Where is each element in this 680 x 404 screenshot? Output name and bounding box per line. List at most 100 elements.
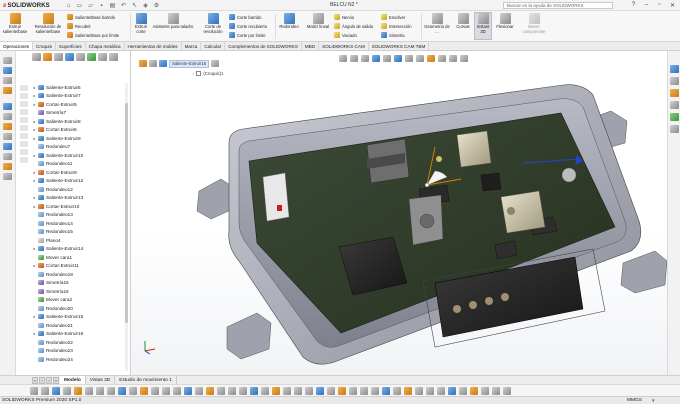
design-library-icon[interactable] (670, 77, 679, 85)
sketch-breadcrumb-icon[interactable] (211, 60, 220, 67)
zoom-area-icon[interactable] (350, 54, 358, 62)
tree-gutter-icon[interactable] (20, 141, 28, 147)
tolerance-icon[interactable] (404, 387, 412, 395)
curvature-icon[interactable] (294, 387, 302, 395)
solidworks-resources-icon[interactable] (670, 65, 679, 73)
sketch-relations-icon[interactable] (470, 387, 478, 395)
expand-arrow-icon[interactable]: ▸ (32, 204, 37, 209)
display-manager-icon[interactable] (87, 52, 96, 61)
open-folder-icon[interactable]: ▱ (86, 2, 95, 10)
dynamic-annotation-icon[interactable] (383, 54, 391, 62)
tree-item[interactable]: Redondeo22 (32, 338, 130, 347)
tree-gutter-icon[interactable] (20, 101, 28, 107)
options-gear-icon[interactable]: ⚙ (152, 2, 161, 10)
planes-icon[interactable] (492, 387, 500, 395)
wireframe-icon[interactable] (206, 387, 214, 395)
tree-item[interactable]: Redondeo14 (32, 219, 130, 228)
sketch-origin-point[interactable] (424, 182, 430, 188)
rib-button[interactable]: Nervio (334, 13, 354, 21)
tree-item[interactable]: ▸ Saliente-Extruir14 (32, 245, 130, 254)
expand-arrow-icon[interactable]: ▸ (32, 102, 37, 107)
tree-item[interactable]: Redondeo23 (32, 347, 130, 356)
expand-arrow-icon[interactable]: ▸ (32, 85, 37, 90)
curves-button[interactable]: Curvas (453, 13, 473, 30)
dimxpert-icon[interactable] (3, 87, 12, 94)
tree-item[interactable]: Redondeo12 (32, 185, 130, 194)
select-icon[interactable] (30, 387, 38, 395)
configuration-icon[interactable] (65, 52, 74, 61)
tree-item[interactable]: Mover cara2 (32, 296, 130, 305)
tab-superficies[interactable]: Superficies (56, 42, 86, 50)
tree-item[interactable]: ▸ Saliente-Extruir12 (32, 177, 130, 186)
intersect-button[interactable]: Intersección (381, 22, 412, 30)
home-icon[interactable]: ⌂ (64, 2, 73, 10)
tab-croquis[interactable]: Croquis (33, 42, 56, 50)
pan-icon[interactable] (107, 387, 115, 395)
right-view-icon[interactable] (173, 387, 181, 395)
tree-item[interactable]: ▸ Saliente-Extruir15 (32, 313, 130, 322)
tab-herramientas-moldes[interactable]: Herramientas de moldes (125, 42, 182, 50)
help-search-input[interactable]: Buscar en la ayuda de SOLIDWORKS (503, 2, 613, 9)
move-component-button[interactable]: Mover componente (517, 13, 551, 35)
mirror-button[interactable]: Simetría (381, 31, 405, 39)
tree-item[interactable]: Redondeo11 (32, 160, 130, 169)
wrap-button[interactable]: Envolver (381, 13, 405, 21)
shell-button[interactable]: Vaciado (334, 31, 357, 39)
instant3d-toggle[interactable]: Instant 3D (474, 12, 492, 40)
save-icon[interactable]: ▪ (97, 2, 106, 10)
tree-item[interactable]: ▸ Saliente-Extruir16 (32, 330, 130, 339)
tab-complementos[interactable]: Complementos de SOLIDWORKS (225, 42, 302, 50)
section-icon[interactable] (85, 387, 93, 395)
display-edges-icon[interactable] (184, 387, 192, 395)
arc-tool-icon[interactable] (3, 153, 12, 160)
zoom-to-fit-icon[interactable] (339, 54, 347, 62)
boundary-cut-button[interactable]: Corte por límite (229, 31, 266, 39)
lasso-icon[interactable] (52, 387, 60, 395)
expand-arrow-icon[interactable]: ▸ (32, 178, 37, 183)
feature-manager-icon[interactable] (3, 57, 12, 64)
hide-show-items-icon[interactable] (416, 54, 424, 62)
draft-analysis-icon[interactable] (316, 387, 324, 395)
next-tab-icon[interactable]: › (46, 377, 52, 384)
lofted-cut-button[interactable]: Corte recubierto (229, 22, 267, 30)
tab-operaciones[interactable]: Operaciones (0, 42, 34, 50)
view-palette-icon[interactable] (670, 101, 679, 109)
tree-item[interactable]: ▸ Cortar-Extruir11 (32, 262, 130, 271)
sensor-icon[interactable] (382, 387, 390, 395)
enclosure-3d-model[interactable] (131, 51, 667, 375)
expand-arrow-icon[interactable]: ▸ (32, 195, 37, 200)
tree-item[interactable]: ▸ Saliente-Extruir13 (32, 194, 130, 203)
magnify-icon[interactable] (63, 387, 71, 395)
tree-gutter-icon[interactable] (20, 149, 28, 155)
tree-scrollbar[interactable] (125, 83, 128, 371)
last-tab-icon[interactable]: » (53, 377, 59, 384)
solidworks-logo[interactable]: ƨ SOLIDWORKS (3, 1, 50, 10)
tree-gutter-icon[interactable] (20, 157, 28, 163)
realview-icon[interactable] (261, 387, 269, 395)
tree-item[interactable]: Plano4 (32, 236, 130, 245)
extruded-cut-button[interactable]: Extruir corte (132, 13, 150, 35)
tree-gutter-icon[interactable] (20, 125, 28, 131)
property-icon[interactable] (54, 52, 63, 61)
dimxpert-tree-icon[interactable] (76, 52, 85, 61)
snap-icon[interactable] (448, 387, 456, 395)
origin-icon[interactable] (481, 387, 489, 395)
spline-tool-icon[interactable] (3, 163, 12, 170)
box-select-icon[interactable] (41, 387, 49, 395)
property-manager-icon[interactable] (3, 67, 12, 74)
expand-more-icon[interactable] (109, 52, 118, 61)
tree-item[interactable]: ▸ Saliente-Extruir7 (32, 92, 130, 101)
expand-arrow-icon[interactable]: ▸ (32, 170, 37, 175)
rectangle-tool-icon[interactable] (3, 133, 12, 140)
grid-icon[interactable] (459, 387, 467, 395)
first-tab-icon[interactable]: « (32, 377, 38, 384)
tree-item[interactable]: ▸ Cortar-Extruir5 (32, 100, 130, 109)
filter-icon[interactable] (32, 52, 41, 61)
revolve-boss-button[interactable]: Revolución de saliente/base (32, 13, 64, 35)
circle-tool-icon[interactable] (3, 143, 12, 150)
rotate-icon[interactable] (96, 387, 104, 395)
tree-item[interactable]: ▸ Cortar-Extruir10 (32, 202, 130, 211)
expand-arrow-icon[interactable]: ▸ (32, 93, 37, 98)
tab-solidworks-cam-tbm[interactable]: SOLIDWORKS CAM TBM (369, 42, 430, 50)
edit-appearance-icon[interactable] (427, 54, 435, 62)
